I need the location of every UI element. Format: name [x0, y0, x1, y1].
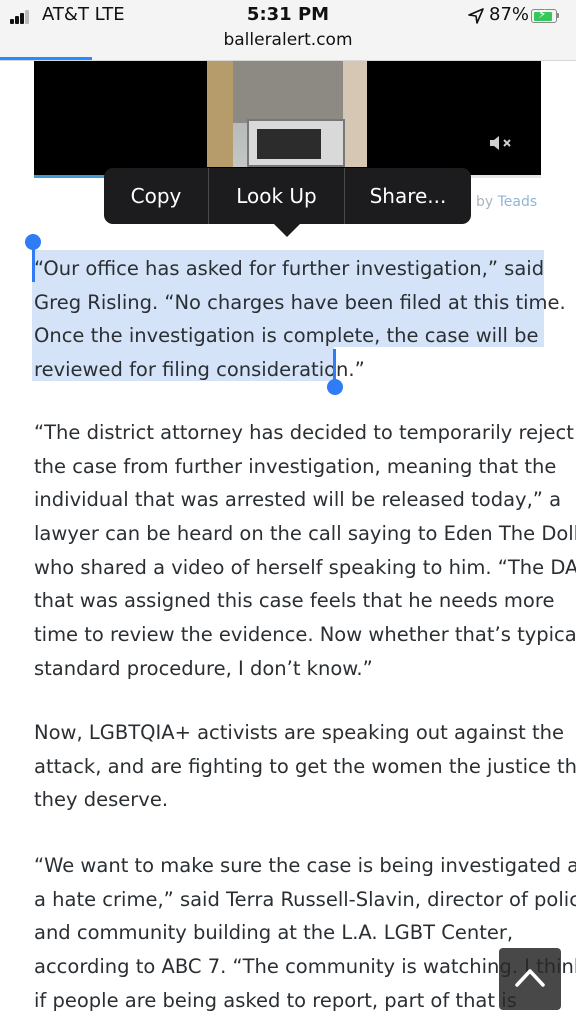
paragraph-line: Greg Risling. “No charges have been file…	[34, 290, 566, 314]
video-person-left	[207, 61, 233, 167]
article-paragraph-4[interactable]: “We want to make sure the case is being …	[34, 849, 576, 1017]
chevron-up-icon	[515, 969, 545, 987]
copy-menu-item[interactable]: Copy	[104, 168, 209, 224]
selection-end-caret	[333, 349, 336, 383]
page-load-progress	[0, 57, 93, 60]
video-countertop	[233, 61, 343, 123]
battery-percent: 87%	[489, 4, 530, 25]
paragraph-line: lawyer can be heard on the call saying t…	[34, 522, 576, 546]
ad-attribution-prefix: by	[476, 194, 494, 210]
share-menu-item[interactable]: Share...	[345, 168, 471, 224]
paragraph-line: reviewed for filing consideration.”	[34, 358, 365, 382]
paragraph-line: Now, LGBTQIA+ activists are speaking out…	[34, 721, 565, 744]
paragraph-line: and community building at the L.A. LGBT …	[34, 921, 514, 945]
video-frame	[207, 61, 367, 167]
selection-start-caret	[32, 246, 35, 282]
status-bar: AT&T LTE 5:31 PM 87% ⚡ balleralert.com	[0, 0, 576, 61]
text-selection-context-menu: Copy Look Up Share...	[104, 168, 471, 224]
paragraph-line: attack, and are fighting to get the wome…	[34, 754, 576, 778]
article-paragraph-2[interactable]: “The district attorney has decided to te…	[34, 416, 576, 686]
context-menu-pointer	[273, 223, 301, 237]
paragraph-line: if people are being asked to report, par…	[34, 988, 517, 1012]
battery-icon: ⚡	[531, 7, 557, 23]
video-person-right	[343, 61, 367, 167]
video-ad-player[interactable]	[34, 61, 541, 177]
video-microwave	[247, 119, 345, 167]
scroll-to-top-button[interactable]	[499, 948, 561, 1010]
paragraph-line: who shared a video of herself speaking t…	[34, 555, 576, 579]
paragraph-line: standard procedure, I don’t know.”	[34, 656, 373, 680]
paragraph-line: “Our office has asked for further invest…	[34, 257, 545, 280]
paragraph-line: time to review the evidence. Now whether…	[34, 623, 576, 647]
charging-bolt-icon: ⚡	[538, 7, 547, 21]
paragraph-line: according to ABC 7. “The community is wa…	[34, 955, 576, 979]
ad-sponsor-name[interactable]: Teads	[498, 194, 538, 210]
selection-end-handle[interactable]	[327, 379, 343, 395]
paragraph-line: the case from further investigation, mea…	[34, 454, 557, 478]
paragraph-line: “The district attorney has decided to te…	[34, 421, 574, 444]
paragraph-line: a hate crime,” said Terra Russell-Slavin…	[34, 887, 576, 911]
paragraph-line: Once the investigation is complete, the …	[34, 324, 539, 348]
location-arrow-icon	[468, 8, 484, 24]
article-paragraph-3[interactable]: Now, LGBTQIA+ activists are speaking out…	[34, 716, 576, 817]
paragraph-line: they deserve.	[34, 788, 169, 812]
look-up-menu-item[interactable]: Look Up	[209, 168, 345, 224]
article-paragraph-1[interactable]: “Our office has asked for further invest…	[34, 252, 566, 387]
battery-cap	[557, 13, 559, 18]
video-progress-bar	[34, 175, 105, 178]
speaker-muted-icon[interactable]	[488, 133, 514, 153]
paragraph-line: that was assigned this case feels that h…	[34, 589, 555, 613]
ad-attribution[interactable]: by Teads	[476, 194, 537, 210]
paragraph-line: “We want to make sure the case is being …	[34, 854, 576, 877]
address-bar-url[interactable]: balleralert.com	[0, 30, 576, 50]
paragraph-line: individual that was arrested will be rel…	[34, 488, 562, 512]
